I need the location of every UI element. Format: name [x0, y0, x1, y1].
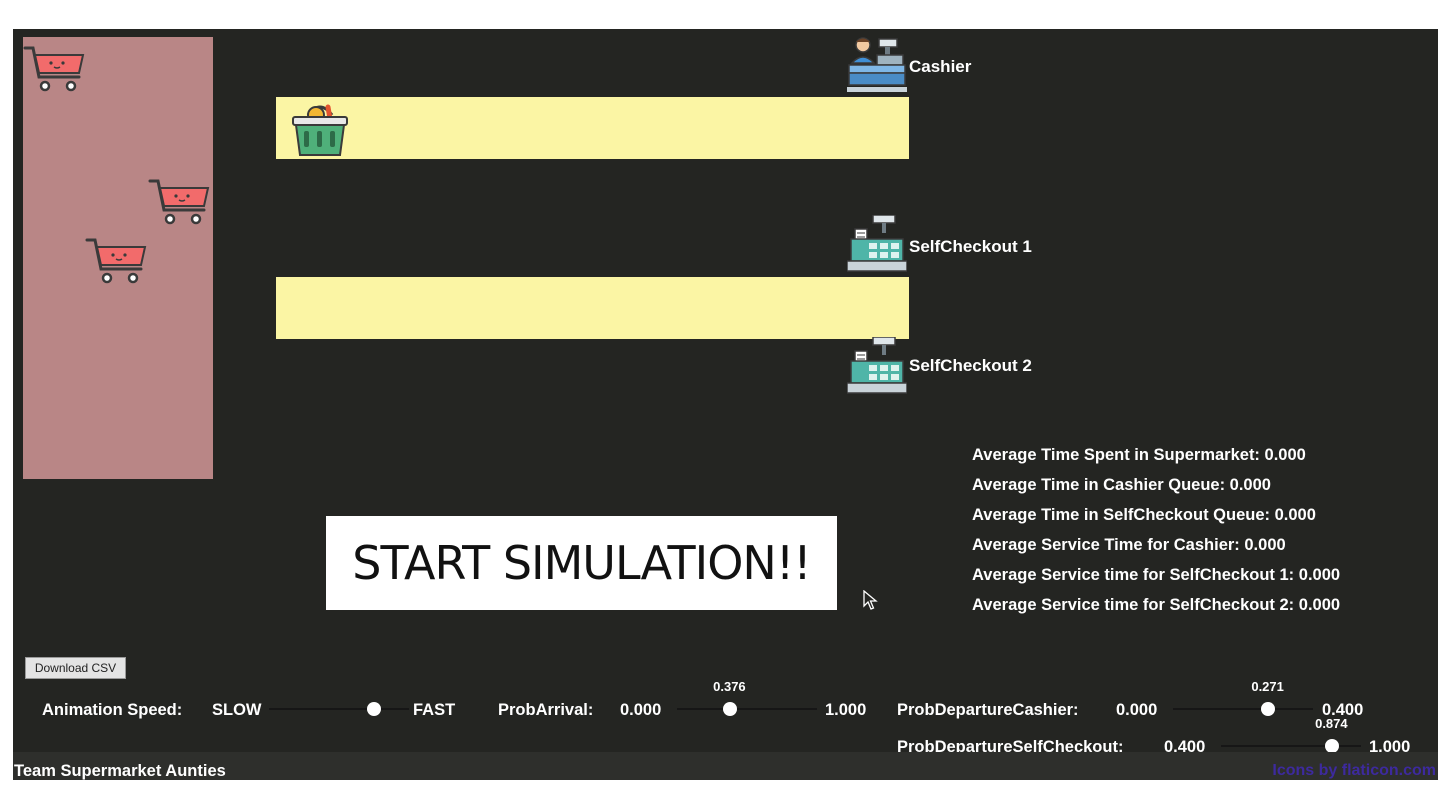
prob-arrival-max-label: 1.000 [825, 701, 867, 719]
self-checkout-machine-icon [847, 337, 907, 394]
selfcheckout-queue-lane [276, 277, 909, 339]
prob-arrival-slider[interactable]: 0.376 [677, 679, 817, 716]
stat-avg-time-supermarket: Average Time Spent in Supermarket: 0.000 [972, 446, 1306, 464]
shopping-basket-icon [292, 104, 348, 156]
prob-arrival-label: ProbArrival: [498, 701, 594, 719]
stat-avg-time-selfcheckout-queue: Average Time in SelfCheckout Queue: 0.00… [972, 506, 1316, 524]
stat-avg-service-selfcheckout-2: Average Service time for SelfCheckout 2:… [972, 596, 1341, 614]
animation-speed-max-label: FAST [413, 701, 456, 719]
download-csv-button[interactable]: Download CSV [25, 657, 126, 679]
footer-bar [13, 752, 1438, 780]
mouse-cursor-icon [863, 590, 878, 610]
stat-avg-service-selfcheckout-1: Average Service time for SelfCheckout 1:… [972, 566, 1341, 584]
prob-departure-cashier-slider-thumb[interactable] [1260, 702, 1275, 716]
animation-speed-min-label: SLOW [212, 701, 262, 719]
selfcheckout-2-label: SelfCheckout 2 [909, 356, 1032, 375]
animation-speed-label: Animation Speed: [42, 701, 183, 719]
cashier-label: Cashier [909, 57, 972, 76]
icons-credit-link[interactable]: Icons by flaticon.com [1272, 761, 1436, 780]
animation-speed-slider-thumb[interactable] [367, 702, 381, 716]
selfcheckout-1-label: SelfCheckout 1 [909, 237, 1032, 256]
prob-departure-selfcheckout-slider[interactable]: 0.874 [1221, 716, 1361, 753]
prob-arrival-slider-thumb[interactable] [722, 702, 737, 716]
prob-departure-cashier-min-label: 0.000 [1116, 701, 1158, 719]
supermarket-floor [23, 37, 213, 479]
prob-departure-selfcheckout-slider-thumb[interactable] [1324, 739, 1339, 753]
prob-arrival-value: 0.376 [713, 679, 746, 694]
prob-departure-cashier-label: ProbDepartureCashier: [897, 701, 1079, 719]
cashier-queue-lane [276, 97, 909, 159]
team-name: Team Supermarket Aunties [14, 762, 226, 780]
stat-avg-service-cashier: Average Service Time for Cashier: 0.000 [972, 536, 1286, 554]
statistics-panel: Average Time Spent in Supermarket: 0.000… [972, 443, 1340, 623]
animation-speed-slider[interactable] [269, 702, 409, 716]
cashier-icon [847, 37, 907, 92]
prob-departure-cashier-slider[interactable]: 0.271 [1173, 679, 1313, 716]
shopping-cart-icon [148, 179, 210, 225]
start-simulation-button[interactable]: START SIMULATION!! [326, 516, 837, 610]
simulation-canvas: Cashier SelfCheckout 1 SelfCheckout 2 Av… [13, 29, 1438, 780]
shopping-cart-icon [85, 238, 147, 284]
shopping-cart-icon [23, 46, 85, 92]
stat-avg-time-cashier-queue: Average Time in Cashier Queue: 0.000 [972, 476, 1271, 494]
self-checkout-machine-icon [847, 215, 907, 272]
prob-departure-cashier-value: 0.271 [1251, 679, 1284, 694]
prob-departure-selfcheckout-value: 0.874 [1315, 716, 1348, 731]
prob-arrival-min-label: 0.000 [620, 701, 662, 719]
